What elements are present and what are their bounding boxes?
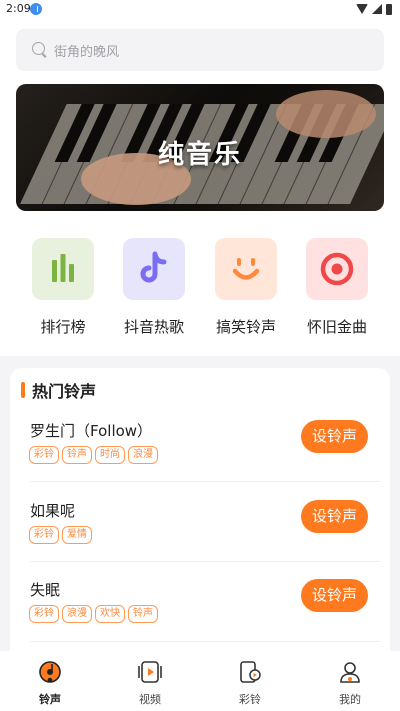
tag: 浪漫 (128, 446, 158, 464)
tag: 铃声 (62, 446, 92, 464)
status-icons (356, 3, 392, 15)
banner[interactable]: 纯音乐 (16, 84, 384, 211)
category-label: 排行榜 (40, 318, 86, 336)
nav-tab-profile[interactable]: 我的 (300, 651, 400, 711)
category-tile (123, 238, 185, 300)
search-placeholder: 街角的晚风 (54, 44, 120, 60)
category-classics[interactable]: 怀旧金曲 (291, 238, 383, 337)
category-funny[interactable]: 搞笑铃声 (200, 238, 292, 337)
set-ringtone-button[interactable]: 设铃声 (301, 500, 368, 533)
tag: 欢快 (95, 605, 125, 623)
notification-icon (30, 3, 42, 15)
nav-label: 彩铃 (239, 693, 261, 706)
list-item[interactable]: 如果呢 彩铃 爱情 设铃声 (10, 500, 390, 580)
hot-ringtones-card: 热门铃声 罗生门（Follow） 彩铃 铃声 时尚 浪漫 设铃声 如果呢 彩铃 … (10, 368, 390, 668)
signal-icon (372, 4, 382, 14)
divider (30, 641, 380, 642)
record-target-icon (320, 252, 354, 286)
nav-label: 我的 (339, 693, 361, 706)
song-title: 罗生门（Follow） (30, 422, 153, 440)
nav-tab-ringtone[interactable]: 铃声 (0, 651, 100, 711)
tag: 时尚 (95, 446, 125, 464)
tag: 彩铃 (29, 446, 59, 464)
banner-title: 纯音乐 (157, 140, 242, 170)
song-title: 如果呢 (30, 502, 76, 520)
set-ringtone-button[interactable]: 设铃声 (301, 579, 368, 612)
nav-label: 铃声 (39, 693, 61, 706)
category-grid: 排行榜 抖音热歌 搞笑铃声 怀旧金曲 (0, 238, 400, 338)
divider (30, 481, 380, 482)
phone-ring-icon (240, 661, 261, 683)
tag: 彩铃 (29, 526, 59, 544)
status-time: 2:09 (6, 2, 31, 15)
smile-icon (232, 258, 260, 280)
set-ringtone-button[interactable]: 设铃声 (301, 420, 368, 453)
nav-tab-color-ring[interactable]: 彩铃 (200, 651, 300, 711)
category-tile (306, 238, 368, 300)
battery-icon (386, 3, 392, 15)
category-label: 怀旧金曲 (306, 318, 367, 336)
tag: 铃声 (128, 605, 158, 623)
music-disc-icon (39, 661, 61, 683)
tag: 爱情 (62, 526, 92, 544)
list-item[interactable]: 罗生门（Follow） 彩铃 铃声 时尚 浪漫 设铃声 (10, 420, 390, 500)
status-bar: 2:09 (0, 0, 400, 20)
category-ranking[interactable]: 排行榜 (17, 238, 109, 337)
tiktok-note-icon (140, 251, 167, 283)
chart-bars-icon (52, 254, 74, 282)
tag: 彩铃 (29, 605, 59, 623)
video-play-icon (138, 661, 162, 683)
nav-tab-video[interactable]: 视频 (100, 651, 200, 711)
song-tags: 彩铃 爱情 (29, 526, 92, 544)
section-title: 热门铃声 (32, 382, 97, 401)
category-label: 搞笑铃声 (215, 318, 276, 336)
tag: 浪漫 (62, 605, 92, 623)
category-douyin-hits[interactable]: 抖音热歌 (108, 238, 200, 337)
profile-icon (340, 662, 360, 683)
bottom-nav: 铃声 视频 彩铃 我的 (0, 651, 400, 711)
category-tile (32, 238, 94, 300)
section-header: 热门铃声 (21, 381, 97, 401)
nav-label: 视频 (139, 693, 161, 706)
category-label: 抖音热歌 (123, 318, 184, 336)
category-tile (215, 238, 277, 300)
song-title: 失眠 (30, 581, 61, 599)
section-accent-bar (21, 382, 25, 398)
song-tags: 彩铃 浪漫 欢快 铃声 (29, 605, 158, 623)
search-icon (32, 42, 48, 58)
song-tags: 彩铃 铃声 时尚 浪漫 (29, 446, 158, 464)
wifi-icon (356, 4, 368, 14)
list-item[interactable]: 失眠 彩铃 浪漫 欢快 铃声 设铃声 (10, 579, 390, 659)
search-input[interactable]: 街角的晚风 (16, 29, 384, 71)
divider (30, 561, 380, 562)
